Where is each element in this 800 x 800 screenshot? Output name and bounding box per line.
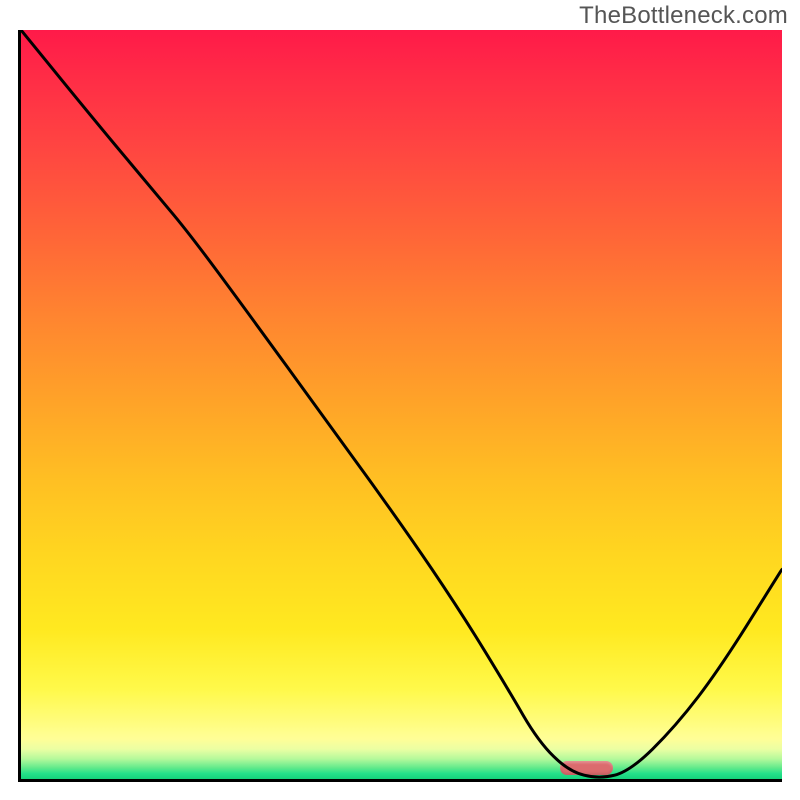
watermark-text: TheBottleneck.com bbox=[579, 2, 788, 30]
bottleneck-curve bbox=[21, 30, 782, 779]
chart-plot-area bbox=[18, 30, 782, 782]
